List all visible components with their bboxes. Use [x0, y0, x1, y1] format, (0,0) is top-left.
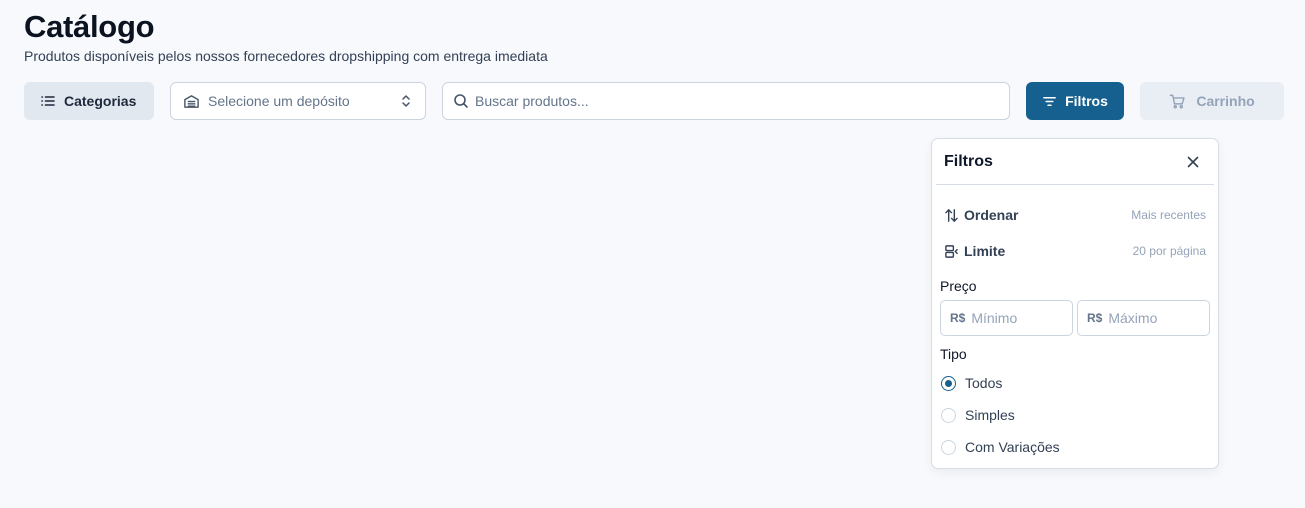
limit-label: Limite: [964, 243, 1006, 259]
filters-panel-title: Filtros: [944, 152, 993, 170]
radio-button-checked[interactable]: [941, 375, 956, 391]
type-option-label: Simples: [965, 407, 1015, 423]
price-min-currency: R$: [950, 311, 966, 325]
limit-option[interactable]: Limite 20 por página: [944, 239, 1206, 263]
type-option-label: Todos: [965, 375, 1003, 391]
close-icon[interactable]: [1184, 153, 1202, 171]
type-option-todos[interactable]: Todos: [941, 373, 1002, 393]
search-box[interactable]: [442, 82, 1010, 120]
cart-button[interactable]: Carrinho: [1140, 82, 1284, 120]
search-input[interactable]: [475, 93, 999, 109]
filters-button-label: Filtros: [1065, 93, 1108, 109]
radio-button[interactable]: [941, 407, 956, 423]
limit-value: 20 por página: [1132, 244, 1206, 258]
radio-button[interactable]: [941, 439, 956, 455]
cart-icon: [1169, 93, 1186, 110]
filters-panel-header: Filtros: [936, 139, 1214, 185]
price-min-input[interactable]: [971, 310, 1062, 326]
sort-arrows-icon: [944, 208, 959, 223]
search-icon: [453, 93, 469, 109]
filter-icon: [1042, 94, 1057, 109]
filters-panel: Filtros Ordenar Mais recentes Limite 20 …: [931, 138, 1219, 469]
chevron-up-down-icon: [399, 93, 413, 109]
categories-label: Categorias: [64, 93, 137, 109]
page-title: Catálogo: [24, 9, 155, 44]
type-option-label: Com Variações: [965, 439, 1060, 455]
depot-select[interactable]: Selecione um depósito: [170, 82, 426, 120]
price-max-input[interactable]: [1108, 310, 1199, 326]
page-subtitle: Produtos disponíveis pelos nossos fornec…: [24, 48, 548, 64]
price-min-field[interactable]: R$: [940, 300, 1073, 336]
type-label: Tipo: [940, 346, 967, 362]
list-icon: [40, 93, 56, 109]
cart-button-label: Carrinho: [1196, 93, 1255, 109]
price-label: Preço: [940, 278, 977, 294]
warehouse-icon: [183, 93, 200, 110]
depot-select-placeholder: Selecione um depósito: [208, 93, 350, 109]
limit-icon: [944, 244, 959, 259]
type-option-com-variacoes[interactable]: Com Variações: [941, 437, 1060, 457]
price-max-currency: R$: [1087, 311, 1103, 325]
sort-label: Ordenar: [964, 207, 1019, 223]
price-max-field[interactable]: R$: [1077, 300, 1210, 336]
filters-button[interactable]: Filtros: [1026, 82, 1124, 120]
sort-option[interactable]: Ordenar Mais recentes: [944, 203, 1206, 227]
type-option-simples[interactable]: Simples: [941, 405, 1015, 425]
sort-value: Mais recentes: [1131, 208, 1206, 222]
categories-button[interactable]: Categorias: [24, 82, 154, 120]
